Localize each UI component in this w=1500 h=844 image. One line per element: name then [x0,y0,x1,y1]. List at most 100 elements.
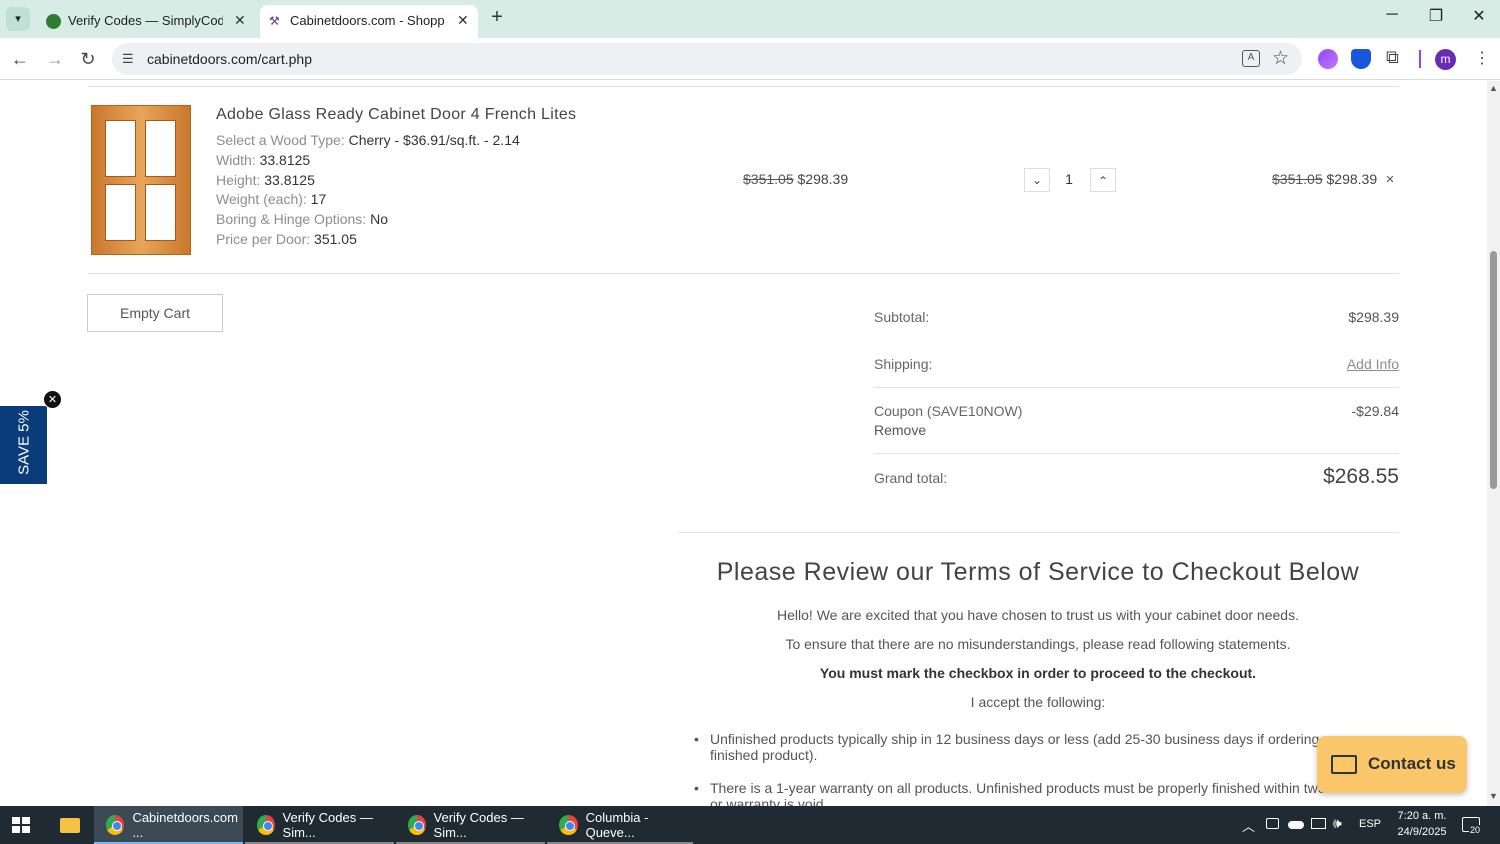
mail-icon [1331,755,1357,774]
start-windows-icon[interactable] [12,817,30,833]
attr-price-per-door: Price per Door: 351.05 [216,231,357,247]
terms-bullet-text: Unfinished products typically ship in 12… [710,731,1320,763]
simplycodes-favicon-icon [46,14,61,29]
save-tab-close-icon[interactable]: ✕ [43,390,62,409]
save-5-label: SAVE 5% [15,410,33,475]
translate-icon[interactable]: A [1242,50,1260,67]
remove-item-icon[interactable]: ✕ [1382,172,1398,188]
quantity-decrease-button[interactable]: ⌄ [1024,168,1050,192]
attr-value: No [370,211,388,227]
attr-label: Price per Door: [216,231,311,247]
page-scrollbar[interactable]: ▲ ▼ [1487,81,1500,806]
reload-icon[interactable]: ↻ [77,48,99,70]
shipping-add-info-link[interactable]: Add Info [1347,356,1399,372]
attr-value: Cherry - $36.91/sq.ft. - 2.14 [348,132,520,148]
minimize-icon[interactable]: ─ [1380,6,1404,30]
chrome-icon [408,815,426,835]
shield-extension-icon[interactable] [1351,49,1371,69]
subtotal-label: Subtotal: [874,309,930,325]
bullet-dot: • [694,731,699,747]
attr-label: Height: [216,172,261,188]
quantity-increase-button[interactable]: ⌃ [1090,168,1116,192]
browser-menu-icon[interactable]: ⋮ [1474,48,1490,68]
volume-icon[interactable]: 🕪 [1333,815,1342,832]
forward-icon[interactable]: → [44,48,66,70]
save-5-tab[interactable]: SAVE 5% [0,406,47,484]
scrollbar-thumb[interactable] [1490,251,1497,489]
tab-close-icon[interactable]: ✕ [457,12,469,29]
onedrive-cloud-icon[interactable] [1288,821,1304,829]
clock-date[interactable]: 24/9/2025 [1392,826,1452,838]
shipping-row: Shipping: Add Info [874,356,1399,372]
shipping-label: Shipping: [874,356,933,372]
profile-avatar[interactable]: m [1435,49,1456,70]
attr-weight: Weight (each): 17 [216,191,326,207]
bookmark-star-icon[interactable]: ☆ [1272,47,1289,70]
taskbar-item-columbia[interactable]: Columbia - Queve... [547,806,693,844]
chrome-icon [559,815,578,835]
bullet-dot: • [694,780,699,796]
window-close-icon[interactable]: ✕ [1467,6,1491,30]
attr-value: 33.8125 [259,152,311,168]
unit-old-price: $351.05 [743,171,794,187]
terms-bullet-1: • Unfinished products typically ship in … [694,731,1370,763]
contact-us-button[interactable]: Contact us [1317,736,1467,793]
windows-taskbar: Cabinetdoors.com ... Verify Codes — Sim.… [0,806,1500,844]
attr-value: 17 [310,191,327,207]
scroll-up-arrow-icon[interactable]: ▲ [1489,83,1498,93]
extension-purple-icon[interactable] [1318,49,1338,69]
coupon-value: -$29.84 [1351,403,1399,419]
attr-boring: Boring & Hinge Options: No [216,211,388,227]
page-content: Adobe Glass Ready Cabinet Door 4 French … [0,81,1487,806]
tray-chevron-icon[interactable]: ︿ [1242,816,1255,835]
back-icon[interactable]: ← [9,48,31,70]
taskbar-item-verify-1[interactable]: Verify Codes — Sim... [245,806,394,844]
divider-terms [678,532,1399,533]
quantity-value[interactable]: 1 [1062,171,1076,187]
attr-label: Weight (each): [216,191,307,207]
tab-close-icon[interactable]: ✕ [234,12,246,29]
attr-wood-type: Select a Wood Type: Cherry - $36.91/sq.f… [216,132,520,148]
subtotal-row: Subtotal: $298.39 [874,309,1399,325]
input-language[interactable]: ESP [1359,818,1381,830]
divider-summary-1 [874,387,1399,388]
taskbar-item-label: Columbia - Queve... [585,810,649,840]
product-image[interactable] [91,105,191,255]
tray-display-icon[interactable] [1266,818,1279,829]
divider-summary-2 [874,453,1399,454]
tab-cabinetdoors[interactable]: ⚒ Cabinetdoors.com - Shopping C ✕ [260,5,478,38]
attr-label: Boring & Hinge Options: [216,211,367,227]
scroll-down-arrow-icon[interactable]: ▼ [1489,791,1498,801]
network-icon[interactable] [1311,818,1326,829]
address-bar[interactable]: ☰ cabinetdoors.com/cart.php A ☆ [112,43,1302,75]
url-text[interactable]: cabinetdoors.com/cart.php [147,51,312,67]
extensions-puzzle-icon[interactable]: ⧉ [1386,47,1399,68]
attr-width: Width: 33.8125 [216,152,310,168]
site-info-icon[interactable]: ☰ [122,51,134,67]
restore-icon[interactable]: ❐ [1424,6,1448,30]
product-name[interactable]: Adobe Glass Ready Cabinet Door 4 French … [216,106,576,124]
divider-top [88,86,1399,87]
new-tab-button[interactable]: + [486,6,508,30]
grand-total-value: $268.55 [1323,465,1399,488]
coupon-remove-link[interactable]: Remove [874,422,926,438]
win-pane [22,817,30,824]
glass-pane [145,120,176,177]
cabinetdoors-favicon-icon: ⚒ [269,14,280,28]
file-explorer-icon[interactable] [60,818,80,833]
unit-new-price: $298.39 [797,171,849,187]
taskbar-item-label: Verify Codes — Sim... [282,810,373,840]
tab-simplycodes[interactable]: Verify Codes — SimplyCodes ✕ [38,5,256,38]
terms-heading: Please Review our Terms of Service to Ch… [716,558,1360,586]
tab-strip: ▾ Verify Codes — SimplyCodes ✕ ⚒ Cabinet… [0,0,1500,38]
glass-pane [145,184,176,241]
tab-search-button[interactable]: ▾ [6,7,30,31]
clock-time[interactable]: 7:20 a. m. [1392,810,1452,822]
attr-value: 33.8125 [264,172,315,188]
taskbar-item-verify-2[interactable]: Verify Codes — Sim... [396,806,545,844]
glass-pane [105,184,136,241]
empty-cart-button[interactable]: Empty Cart [87,294,223,332]
profile-initial: m [1440,52,1451,66]
terms-line-3: You must mark the checkbox in order to p… [819,665,1257,681]
taskbar-item-cabinetdoors[interactable]: Cabinetdoors.com ... [94,806,243,844]
